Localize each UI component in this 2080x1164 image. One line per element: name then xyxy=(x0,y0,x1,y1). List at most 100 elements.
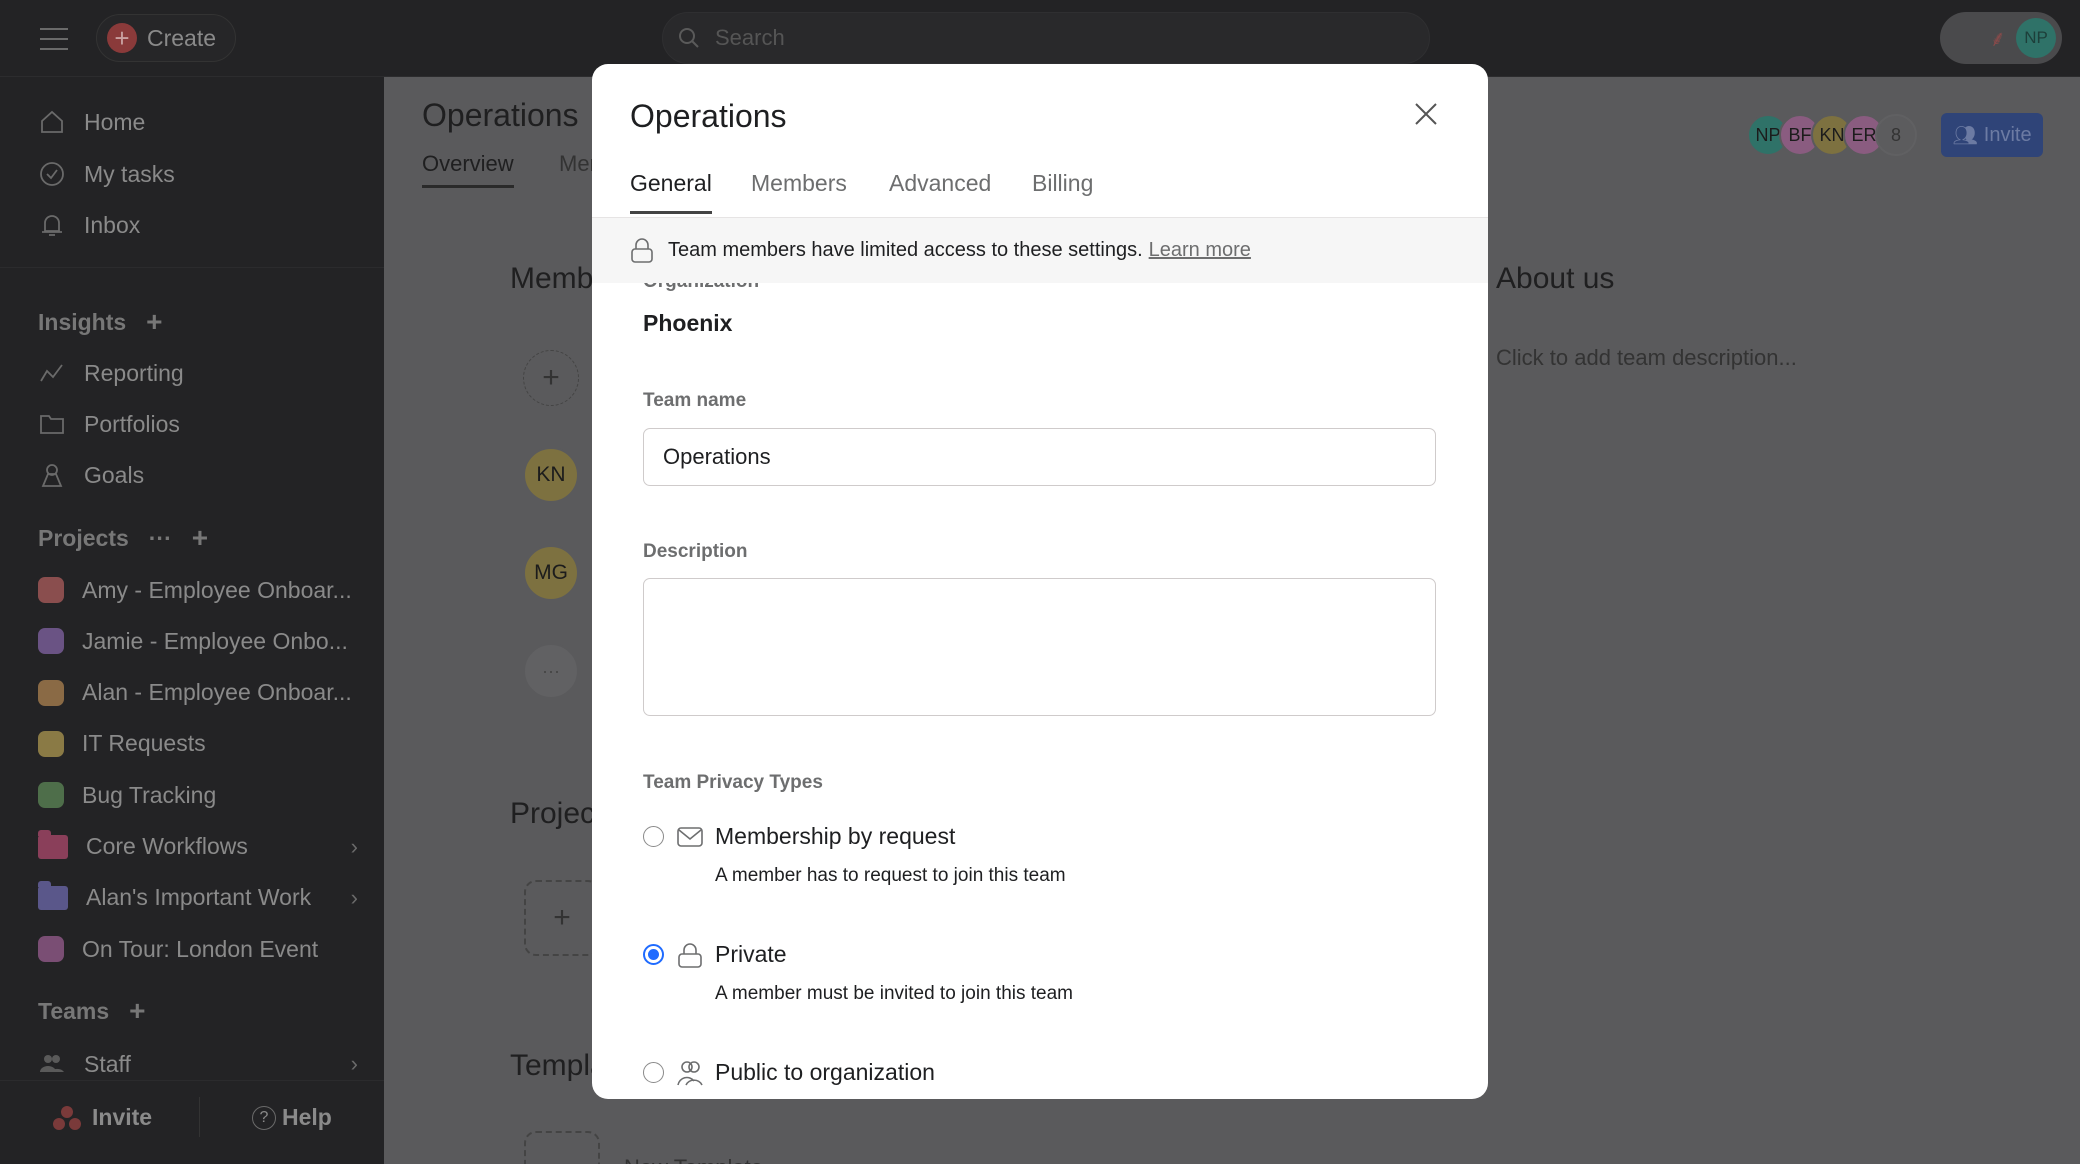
project-color-icon xyxy=(38,577,64,603)
header-avatars[interactable]: NP BF KN ER 8 xyxy=(1747,114,1917,156)
add-insight-icon[interactable]: + xyxy=(146,306,162,338)
add-project-button[interactable]: + xyxy=(524,880,600,956)
privacy-option-label[interactable]: Private xyxy=(715,941,787,968)
section-title: Insights xyxy=(38,308,127,335)
sidebar-item-goals[interactable]: Goals xyxy=(38,453,358,497)
help-label: Help xyxy=(282,1104,332,1130)
sidebar-project-item[interactable]: Bug Tracking xyxy=(38,773,358,817)
description-label: Description xyxy=(643,541,748,562)
sidebar-item-label: On Tour: London Event xyxy=(82,935,319,962)
account-pill[interactable]: ⸙ NP xyxy=(1940,12,2062,64)
sidebar-item-label: Alan's Important Work xyxy=(86,884,312,911)
sidebar-item-label: My tasks xyxy=(84,160,175,187)
create-button[interactable]: + Create xyxy=(96,14,236,62)
more-options-icon[interactable]: ··· xyxy=(149,525,172,552)
hamburger-menu-icon[interactable] xyxy=(40,26,68,50)
people-icon xyxy=(677,1061,703,1086)
sidebar-item-home[interactable]: Home xyxy=(38,100,358,144)
sidebar-project-item[interactable]: Alan - Employee Onboar... xyxy=(38,671,358,715)
member-count: 8 xyxy=(1875,114,1917,156)
learn-more-link[interactable]: Learn more xyxy=(1149,239,1251,262)
privacy-label: Team Privacy Types xyxy=(643,772,823,793)
sidebar-item-label: Core Workflows xyxy=(86,833,248,859)
member-avatar[interactable]: KN xyxy=(523,447,579,503)
add-team-icon[interactable]: + xyxy=(129,995,145,1027)
privacy-option-label[interactable]: Membership by request xyxy=(715,823,955,850)
sidebar-item-label: Home xyxy=(84,108,146,135)
team-name-value: Operations xyxy=(663,444,771,469)
about-heading: About us xyxy=(1496,262,1615,295)
sidebar-item-inbox[interactable]: Inbox xyxy=(38,203,358,247)
sidebar-item-portfolios[interactable]: Portfolios xyxy=(38,402,358,446)
project-color-icon xyxy=(38,936,64,963)
privacy-radio-public[interactable] xyxy=(643,1062,664,1083)
new-template-label[interactable]: New Template xyxy=(624,1155,763,1164)
sidebar-item-label: Amy - Employee Onboar... xyxy=(82,576,352,603)
help-icon: ? xyxy=(252,1105,276,1130)
sidebar-item-label: Alan - Employee Onboar... xyxy=(82,679,352,706)
add-project-icon[interactable]: + xyxy=(192,522,208,554)
tab-billing[interactable]: Billing xyxy=(1032,170,1093,197)
invite-team-button[interactable]: 👥︎ Invite xyxy=(1941,113,2043,157)
sidebar-project-item[interactable]: Core Workflows › xyxy=(38,825,358,869)
permission-banner: Team members have limited access to thes… xyxy=(592,218,1488,283)
projects-header: Projects ··· + xyxy=(38,522,208,554)
bell-icon xyxy=(42,215,62,236)
search-input[interactable]: Search xyxy=(662,12,1430,64)
about-description[interactable]: Click to add team description... xyxy=(1496,345,1797,371)
sidebar-item-label: Bug Tracking xyxy=(82,781,217,808)
sidebar-project-item[interactable]: Alan's Important Work › xyxy=(38,876,358,920)
tab-members[interactable]: Members xyxy=(751,170,847,197)
team-name-input[interactable]: Operations xyxy=(643,428,1436,486)
privacy-option-desc: A member must be invited to join this te… xyxy=(715,983,1073,1004)
team-icon xyxy=(40,1055,64,1072)
chevron-right-icon[interactable]: › xyxy=(351,1051,358,1077)
search-icon xyxy=(679,28,699,48)
search-placeholder: Search xyxy=(715,25,785,50)
more-members-button[interactable]: ··· xyxy=(523,643,579,699)
invite-dots-icon xyxy=(53,1105,81,1130)
tab-general[interactable]: General xyxy=(630,170,712,214)
sidebar-project-item[interactable]: IT Requests xyxy=(38,722,358,766)
privacy-radio-private[interactable] xyxy=(643,944,664,965)
create-label: Create xyxy=(147,24,217,51)
member-avatar[interactable]: MG xyxy=(523,545,579,601)
chevron-right-icon[interactable]: › xyxy=(351,885,358,911)
tab-advanced[interactable]: Advanced xyxy=(889,170,991,197)
goal-icon xyxy=(41,464,63,487)
portfolio-folder-icon xyxy=(38,829,68,859)
insights-header: Insights + xyxy=(38,306,163,338)
add-template-button[interactable] xyxy=(524,1131,600,1164)
invite-button[interactable]: Invite xyxy=(52,1104,152,1131)
sidebar-item-label: Portfolios xyxy=(84,410,180,437)
sidebar-project-item[interactable]: On Tour: London Event xyxy=(38,927,358,971)
description-textarea[interactable] xyxy=(643,578,1436,716)
privacy-radio-membership-by-request[interactable] xyxy=(643,826,664,847)
modal-title: Operations xyxy=(630,98,787,134)
portfolio-folder-icon xyxy=(38,880,68,910)
sidebar-item-reporting[interactable]: Reporting xyxy=(38,351,358,395)
folder-icon xyxy=(40,415,64,434)
chart-line-icon xyxy=(40,364,63,382)
team-name-label: Team name xyxy=(643,390,747,411)
tab-overview[interactable]: Overview xyxy=(422,151,514,188)
section-title: Teams xyxy=(38,997,110,1024)
sidebar-project-item[interactable]: Amy - Employee Onboar... xyxy=(38,568,358,612)
sidebar-item-label: Staff xyxy=(84,1050,131,1077)
sidebar-project-item[interactable]: Jamie - Employee Onbo... xyxy=(38,619,358,663)
sidebar-item-my-tasks[interactable]: My tasks xyxy=(38,152,358,196)
help-button[interactable]: ? Help xyxy=(252,1104,332,1131)
celebration-icon: ⸙ xyxy=(1989,26,2006,51)
sidebar-item-label: IT Requests xyxy=(82,730,206,757)
chevron-right-icon[interactable]: › xyxy=(351,834,358,860)
teams-header: Teams + xyxy=(38,995,146,1027)
project-color-icon xyxy=(38,782,64,809)
divider xyxy=(199,1097,200,1137)
mail-icon xyxy=(677,827,703,847)
add-member-button[interactable]: + xyxy=(523,350,579,406)
check-circle-icon xyxy=(40,162,64,186)
privacy-option-label[interactable]: Public to organization xyxy=(715,1059,935,1086)
close-icon[interactable] xyxy=(1414,102,1438,126)
project-color-icon xyxy=(38,730,64,757)
lock-icon xyxy=(631,237,653,263)
